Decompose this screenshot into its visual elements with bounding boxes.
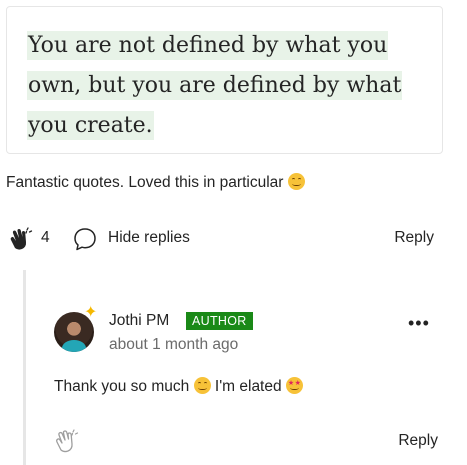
reply-thread-line <box>23 270 26 465</box>
reply-text-part-1: Thank you so much <box>54 378 190 395</box>
clap-count: 4 <box>41 229 50 246</box>
reply-actions: Reply <box>54 428 438 454</box>
highlighted-quote-card: You are not defined by what you own, but… <box>6 6 443 154</box>
reply-timestamp[interactable]: about 1 month ago <box>109 336 238 354</box>
reply-button[interactable]: Reply <box>394 229 434 247</box>
smiling-face-emoji-icon <box>287 173 305 190</box>
comment-actions: 4 Hide replies Reply <box>8 226 438 252</box>
clap-icon[interactable] <box>54 428 80 454</box>
hide-replies-button[interactable]: Hide replies <box>108 229 190 247</box>
reply-text-part-2: I'm elated <box>214 378 282 395</box>
quote-text: You are not defined by what you own, but… <box>27 26 427 146</box>
quote-line-2: own, but you are defined by what <box>27 71 403 100</box>
comment-text: Fantastic quotes. Loved this in particul… <box>6 174 284 191</box>
reply-button[interactable]: Reply <box>398 432 438 450</box>
sparkle-icon: ✦ <box>84 304 98 321</box>
comment-body: Fantastic quotes. Loved this in particul… <box>6 173 305 192</box>
clap-icon[interactable] <box>8 226 34 252</box>
quote-line-3: you create. <box>27 111 154 140</box>
star-struck-emoji-icon <box>285 377 303 394</box>
quote-line-1: You are not defined by what you <box>27 31 389 60</box>
speech-bubble-icon[interactable] <box>72 226 98 252</box>
more-options-icon[interactable]: ••• <box>408 314 430 332</box>
author-badge: AUTHOR <box>186 312 253 330</box>
reply-body: Thank you so much I'm elated <box>54 377 303 396</box>
author-name[interactable]: Jothi PM <box>109 312 169 330</box>
smiling-face-emoji-icon <box>193 377 211 394</box>
